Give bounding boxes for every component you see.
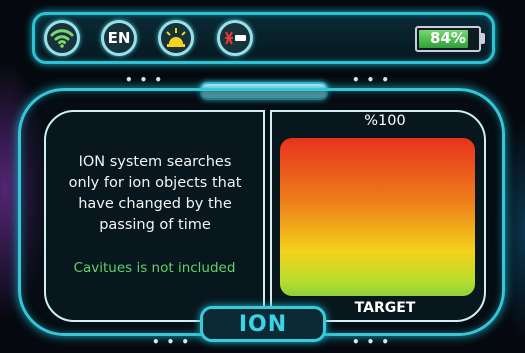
gauge-target-label: TARGET (354, 300, 416, 316)
separator-dots: ••• (152, 335, 197, 349)
message-line: ION system searches (78, 154, 232, 170)
signal-gauge (280, 138, 475, 296)
separator-dots: ••• (352, 335, 397, 349)
language-button[interactable]: EN (101, 20, 137, 56)
message-line: only for ion objects that (68, 175, 242, 191)
language-label: EN (107, 29, 131, 47)
separator-dots: ••• (352, 73, 397, 87)
laser-icon (225, 31, 246, 45)
battery-cap (481, 33, 485, 44)
separator-dots: ••• (125, 73, 170, 87)
battery-percent-label: 84% (430, 29, 466, 47)
wifi-icon (50, 29, 74, 48)
wifi-button[interactable] (44, 20, 80, 56)
lamp-button[interactable] (158, 20, 194, 56)
info-note: Cavitues is not included (73, 260, 236, 276)
message-line: passing of time (99, 217, 211, 233)
mode-label: ION (238, 312, 288, 337)
battery-indicator: 84% (415, 26, 481, 52)
lamp-icon (166, 28, 186, 47)
info-message: ION system searches only for ion objects… (60, 152, 250, 236)
device-screen: EN 84% ••• ••• ION system searches only … (0, 0, 525, 353)
gauge-max-label: %100 (364, 113, 406, 129)
laser-button[interactable] (217, 20, 253, 56)
message-line: have changed by the (78, 196, 232, 212)
